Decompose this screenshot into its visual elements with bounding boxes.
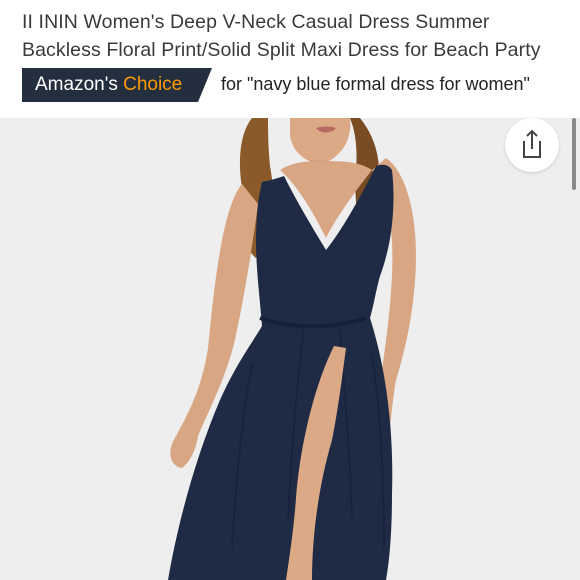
badge-label: Amazon's Choice (35, 73, 182, 97)
share-button[interactable] (505, 118, 559, 172)
product-header: II ININ Women's Deep V-Neck Casual Dress… (0, 0, 580, 118)
product-photo-illustration (0, 118, 580, 580)
badge-query-text[interactable]: for "navy blue formal dress for women" (221, 72, 530, 96)
scrollbar[interactable] (572, 118, 576, 190)
share-icon (523, 129, 541, 158)
amazons-choice-badge[interactable]: Amazon's Choice (22, 68, 212, 102)
product-title: II ININ Women's Deep V-Neck Casual Dress… (22, 11, 541, 61)
badge-label-accent: Choice (123, 74, 183, 95)
badge-label-prefix: Amazon's (35, 74, 118, 95)
product-image[interactable] (0, 118, 580, 580)
